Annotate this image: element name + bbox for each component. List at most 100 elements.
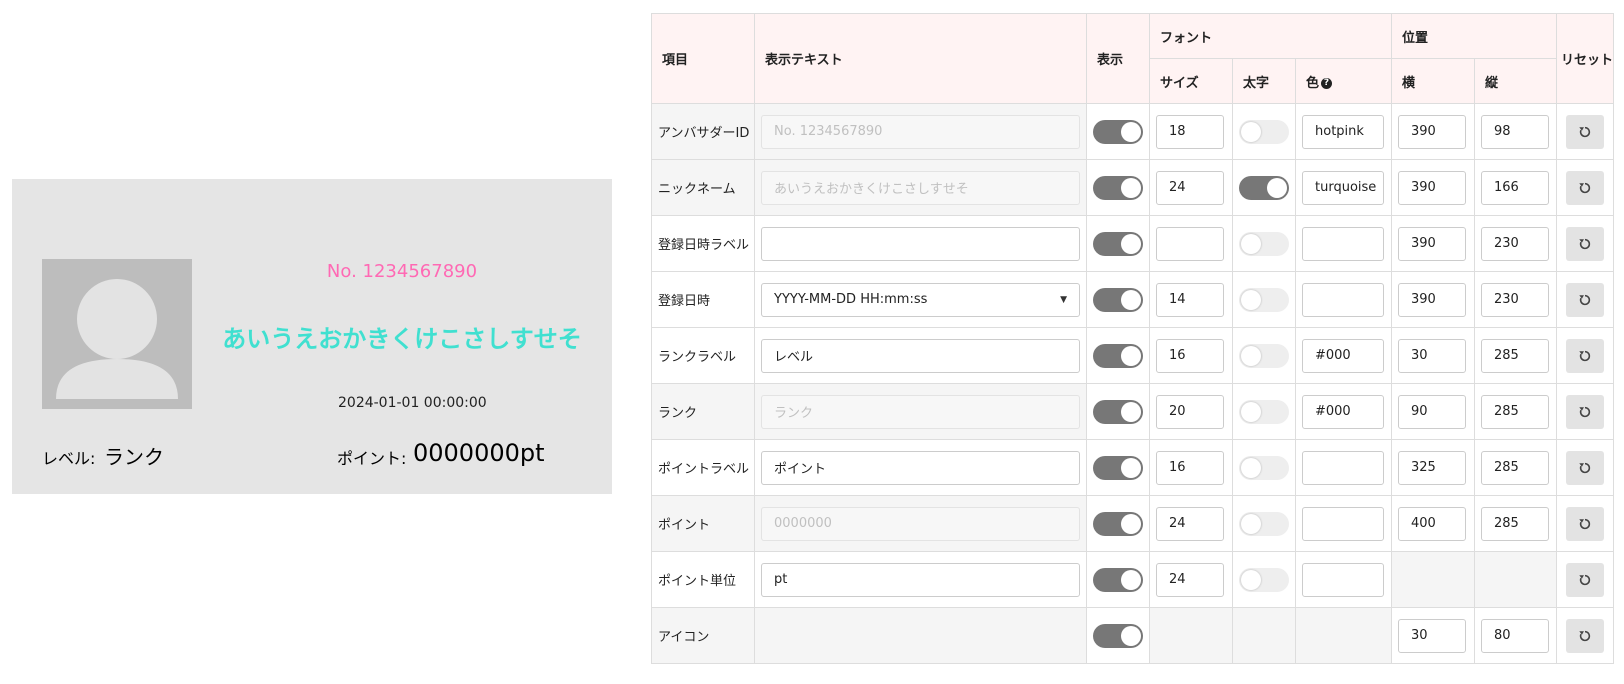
header-color: 色? <box>1295 58 1392 104</box>
visible-toggle[interactable] <box>1093 399 1143 424</box>
empty-cell <box>1149 607 1233 664</box>
position-y-input[interactable]: 285 <box>1481 338 1549 373</box>
reset-button[interactable] <box>1566 170 1604 205</box>
color-input[interactable]: hotpink <box>1302 114 1384 149</box>
card-point: 0000000pt <box>413 439 545 467</box>
color-input[interactable]: #000 <box>1302 338 1384 373</box>
font-size-input[interactable]: 16 <box>1156 338 1224 373</box>
empty-cell <box>1295 607 1392 664</box>
bold-toggle[interactable] <box>1239 511 1289 536</box>
help-icon[interactable]: ? <box>1321 77 1333 89</box>
header-reset: リセット <box>1556 13 1614 104</box>
color-input[interactable] <box>1302 506 1384 541</box>
position-y-input[interactable]: 285 <box>1481 450 1549 485</box>
position-y-input[interactable]: 80 <box>1481 618 1549 653</box>
visible-toggle[interactable] <box>1093 287 1143 312</box>
bold-toggle[interactable] <box>1239 175 1289 200</box>
color-input[interactable]: #000 <box>1302 394 1384 429</box>
font-size-input[interactable]: 24 <box>1156 562 1224 597</box>
reset-button[interactable] <box>1566 394 1604 429</box>
reset-icon <box>1579 350 1591 361</box>
visible-toggle[interactable] <box>1093 623 1143 648</box>
color-input[interactable] <box>1302 282 1384 317</box>
bold-toggle[interactable] <box>1239 119 1289 144</box>
reset-button[interactable] <box>1566 618 1604 653</box>
visible-toggle[interactable] <box>1093 455 1143 480</box>
table-row: アンバサダーID No. 1234567890 18 hotpink 390 9… <box>651 103 1614 160</box>
row-name: ポイントラベル <box>651 439 755 496</box>
reset-icon <box>1579 518 1591 529</box>
position-x-input[interactable]: 90 <box>1398 394 1466 429</box>
visible-toggle[interactable] <box>1093 231 1143 256</box>
font-size-input[interactable]: 14 <box>1156 282 1224 317</box>
reset-button[interactable] <box>1566 114 1604 149</box>
header-size: サイズ <box>1149 58 1233 104</box>
position-x-input[interactable]: 400 <box>1398 506 1466 541</box>
empty-cell <box>1474 551 1557 608</box>
position-y-input[interactable]: 285 <box>1481 506 1549 541</box>
table-row: ポイント単位 pt 24 <box>651 551 1614 608</box>
bold-toggle[interactable] <box>1239 231 1289 256</box>
bold-toggle[interactable] <box>1239 399 1289 424</box>
display-text-input[interactable] <box>761 226 1080 261</box>
header-font: フォント <box>1149 13 1392 59</box>
bold-toggle[interactable] <box>1239 567 1289 592</box>
row-name: アンバサダーID <box>651 103 755 160</box>
bold-toggle[interactable] <box>1239 455 1289 480</box>
position-x-input[interactable]: 390 <box>1398 282 1466 317</box>
visible-toggle[interactable] <box>1093 343 1143 368</box>
position-y-input[interactable]: 230 <box>1481 226 1549 261</box>
position-y-input[interactable]: 166 <box>1481 170 1549 205</box>
display-text-input: No. 1234567890 <box>761 114 1080 149</box>
table-row: アイコン 30 80 <box>651 607 1614 664</box>
reset-button[interactable] <box>1566 282 1604 317</box>
reset-icon <box>1579 574 1591 585</box>
header-visible: 表示 <box>1086 13 1150 104</box>
reset-icon <box>1579 406 1591 417</box>
font-size-input[interactable]: 18 <box>1156 114 1224 149</box>
table-row: 登録日時ラベル 390 230 <box>651 215 1614 272</box>
position-x-input[interactable]: 390 <box>1398 114 1466 149</box>
date-format-select[interactable]: YYYY-MM-DD HH:mm:ss ▼ <box>761 282 1080 317</box>
visible-toggle[interactable] <box>1093 119 1143 144</box>
display-text-input[interactable]: pt <box>761 562 1080 597</box>
reset-button[interactable] <box>1566 562 1604 597</box>
bold-toggle[interactable] <box>1239 287 1289 312</box>
display-text-input[interactable]: レベル <box>761 338 1080 373</box>
card-preview: No. 1234567890 あいうえおかきくけこさしすせそ 2024-01-0… <box>12 179 612 494</box>
reset-button[interactable] <box>1566 450 1604 485</box>
card-registered-at: 2024-01-01 00:00:00 <box>338 395 487 411</box>
visible-toggle[interactable] <box>1093 175 1143 200</box>
reset-icon <box>1579 238 1591 249</box>
color-input[interactable]: turquoise <box>1302 170 1384 205</box>
font-size-input[interactable]: 24 <box>1156 170 1224 205</box>
position-x-input[interactable]: 30 <box>1398 618 1466 653</box>
position-y-input[interactable]: 285 <box>1481 394 1549 429</box>
position-x-input[interactable]: 325 <box>1398 450 1466 485</box>
position-y-input[interactable]: 230 <box>1481 282 1549 317</box>
reset-button[interactable] <box>1566 506 1604 541</box>
position-x-input[interactable]: 390 <box>1398 226 1466 261</box>
font-size-input[interactable]: 20 <box>1156 394 1224 429</box>
color-input[interactable] <box>1302 450 1384 485</box>
visible-toggle[interactable] <box>1093 511 1143 536</box>
font-size-input[interactable]: 24 <box>1156 506 1224 541</box>
color-input[interactable] <box>1302 562 1384 597</box>
position-x-input[interactable]: 30 <box>1398 338 1466 373</box>
reset-icon <box>1579 462 1591 473</box>
font-size-input[interactable] <box>1156 226 1224 261</box>
reset-button[interactable] <box>1566 338 1604 373</box>
header-position: 位置 <box>1391 13 1557 59</box>
position-y-input[interactable]: 98 <box>1481 114 1549 149</box>
position-x-input[interactable]: 390 <box>1398 170 1466 205</box>
font-size-input[interactable]: 16 <box>1156 450 1224 485</box>
display-text-input[interactable]: ポイント <box>761 450 1080 485</box>
visible-toggle[interactable] <box>1093 567 1143 592</box>
header-horizontal: 横 <box>1391 58 1475 104</box>
card-rank-label: レベル: <box>42 449 96 468</box>
reset-button[interactable] <box>1566 226 1604 261</box>
bold-toggle[interactable] <box>1239 343 1289 368</box>
header-color-label: 色 <box>1306 75 1320 91</box>
color-input[interactable] <box>1302 226 1384 261</box>
settings-table: 項目 表示テキスト 表示 フォント 位置 リセット サイズ 太字 色? 横 縦 … <box>651 13 1614 664</box>
